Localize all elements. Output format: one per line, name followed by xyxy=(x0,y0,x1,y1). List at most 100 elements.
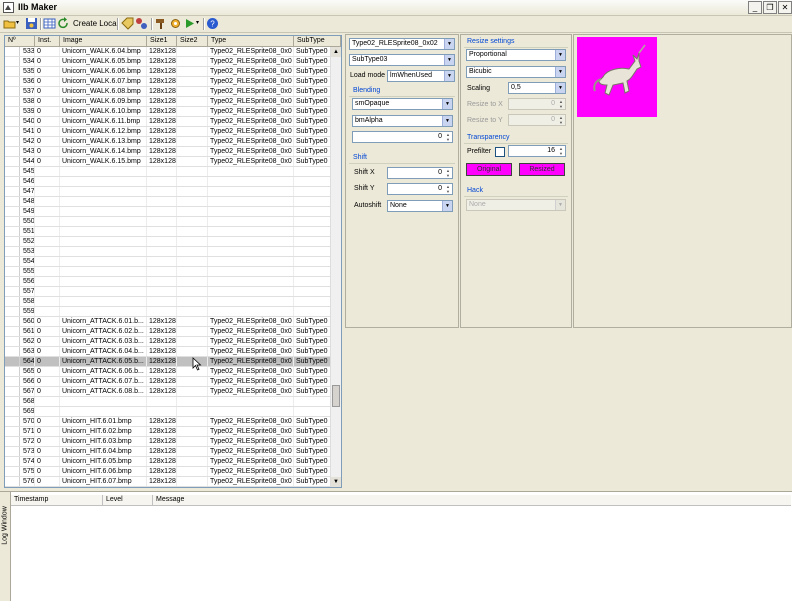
subtype-select[interactable]: SubType03 ▼ xyxy=(349,54,455,66)
table-row[interactable]: 552 xyxy=(5,237,331,247)
table-row[interactable]: 555 xyxy=(5,267,331,277)
row-indicator[interactable] xyxy=(5,197,20,206)
table-row[interactable]: 575 0 Unicorn_HIT.6.06.bmp 128x128 Type02_RL… xyxy=(5,467,331,477)
row-indicator[interactable] xyxy=(5,477,20,486)
row-indicator[interactable] xyxy=(5,57,20,66)
row-indicator[interactable] xyxy=(5,157,20,166)
blend-mode-select[interactable]: smOpaque ▼ xyxy=(352,98,453,110)
row-indicator[interactable] xyxy=(5,317,20,326)
table-row[interactable]: 551 xyxy=(5,227,331,237)
help-icon[interactable]: ? xyxy=(206,17,219,30)
row-indicator[interactable] xyxy=(5,147,20,156)
log-col-timestamp[interactable]: Timestamp xyxy=(11,495,103,505)
table-row[interactable]: 573 0 Unicorn_HIT.6.04.bmp 128x128 Type02_RL… xyxy=(5,447,331,457)
col-header-number[interactable]: Nº xyxy=(5,36,35,46)
table-row[interactable]: 554 xyxy=(5,257,331,267)
blend-value-spinner[interactable]: 0 ▲ ▼ xyxy=(352,131,453,143)
row-indicator[interactable] xyxy=(5,427,20,436)
table-row[interactable]: 558 xyxy=(5,297,331,307)
table-row[interactable]: 538 0 Unicorn_WALK.6.09.bmp 128x128 Type02_R… xyxy=(5,97,331,107)
table-row[interactable]: 559 xyxy=(5,307,331,317)
table-row[interactable]: 569 xyxy=(5,407,331,417)
table-row[interactable]: 541 0 Unicorn_WALK.6.12.bmp 128x128 Type02_R… xyxy=(5,127,331,137)
col-header-subtype[interactable]: SubType xyxy=(294,36,341,46)
row-indicator[interactable] xyxy=(5,97,20,106)
table-row[interactable]: 556 xyxy=(5,277,331,287)
scroll-up-icon[interactable]: ▲ xyxy=(331,47,341,57)
scaling-select[interactable]: 0,5 ▼ xyxy=(508,82,566,94)
table-row[interactable]: 553 xyxy=(5,247,331,257)
row-indicator[interactable] xyxy=(5,287,20,296)
table-row[interactable]: 547 xyxy=(5,187,331,197)
table-row[interactable]: 540 0 Unicorn_WALK.6.11.bmp 128x128 Type02_R… xyxy=(5,117,331,127)
minimize-button[interactable]: _ xyxy=(748,1,762,14)
table-row[interactable]: 533 0 Unicorn_WALK.6.04.bmp 128x128 Type02_R… xyxy=(5,47,331,57)
table-row[interactable]: 539 0 Unicorn_WALK.6.10.bmp 128x128 Type02_R… xyxy=(5,107,331,117)
row-indicator[interactable] xyxy=(5,117,20,126)
scroll-down-icon[interactable]: ▼ xyxy=(331,477,341,487)
table-row[interactable]: 570 0 Unicorn_HIT.6.01.bmp 128x128 Type02_RL… xyxy=(5,417,331,427)
table-row[interactable]: 565 0 Unicorn_ATTACK.6.06.b... 128x128 Type0… xyxy=(5,367,331,377)
row-indicator[interactable] xyxy=(5,397,20,406)
row-indicator[interactable] xyxy=(5,127,20,136)
prefilter-checkbox[interactable] xyxy=(495,147,505,157)
spinner-arrows-icon[interactable]: ▲ ▼ xyxy=(557,146,565,156)
row-indicator[interactable] xyxy=(5,267,20,276)
row-indicator[interactable] xyxy=(5,167,20,176)
row-indicator[interactable] xyxy=(5,437,20,446)
table-row[interactable]: 561 0 Unicorn_ATTACK.6.02.b... 128x128 Type0… xyxy=(5,327,331,337)
table-row[interactable]: 560 0 Unicorn_ATTACK.6.01.b... 128x128 Type0… xyxy=(5,317,331,327)
row-indicator[interactable] xyxy=(5,377,20,386)
table-row[interactable]: 557 xyxy=(5,287,331,297)
refresh-icon[interactable] xyxy=(57,17,70,30)
table-row[interactable]: 576 0 Unicorn_HIT.6.07.bmp 128x128 Type02_RL… xyxy=(5,477,331,487)
table-row[interactable]: 568 xyxy=(5,397,331,407)
row-indicator[interactable] xyxy=(5,277,20,286)
row-indicator[interactable] xyxy=(5,257,20,266)
table-row[interactable]: 564 0 Unicorn_ATTACK.6.05.b... 128x128 Type0… xyxy=(5,357,331,367)
col-header-size1[interactable]: Size1 xyxy=(147,36,177,46)
spinner-arrows-icon[interactable]: ▲ ▼ xyxy=(444,168,452,178)
shift-x-spinner[interactable]: 0 ▲ ▼ xyxy=(387,167,453,179)
tools-icon[interactable] xyxy=(135,17,148,30)
table-row[interactable]: 574 0 Unicorn_HIT.6.05.bmp 128x128 Type02_RL… xyxy=(5,457,331,467)
col-header-inst[interactable]: Inst. xyxy=(35,36,60,46)
table-row[interactable]: 543 0 Unicorn_WALK.6.14.bmp 128x128 Type02_R… xyxy=(5,147,331,157)
row-indicator[interactable] xyxy=(5,447,20,456)
table-row[interactable]: 544 0 Unicorn_WALK.6.15.bmp 128x128 Type02_R… xyxy=(5,157,331,167)
proportion-select[interactable]: Proportional ▼ xyxy=(466,49,566,61)
grid-scrollbar[interactable]: ▲ ▼ xyxy=(330,47,341,487)
table-row[interactable]: 545 xyxy=(5,167,331,177)
table-row[interactable]: 562 0 Unicorn_ATTACK.6.03.b... 128x128 Type0… xyxy=(5,337,331,347)
table-row[interactable]: 542 0 Unicorn_WALK.6.13.bmp 128x128 Type02_R… xyxy=(5,137,331,147)
row-indicator[interactable] xyxy=(5,417,20,426)
close-button[interactable]: ✕ xyxy=(778,1,792,14)
sprite-grid[interactable]: Nº Inst. Image Size1 Size2 Type SubType … xyxy=(4,35,342,488)
row-indicator[interactable] xyxy=(5,177,20,186)
resized-color-button[interactable]: Resized xyxy=(519,163,565,176)
scrollbar-thumb[interactable] xyxy=(332,385,340,407)
row-indicator[interactable] xyxy=(5,237,20,246)
save-icon[interactable] xyxy=(25,17,38,30)
open-dropdown-icon[interactable]: ▾ xyxy=(16,17,22,30)
prefilter-spinner[interactable]: 16 ▲ ▼ xyxy=(508,145,566,157)
row-indicator[interactable] xyxy=(5,47,20,56)
row-indicator[interactable] xyxy=(5,297,20,306)
row-indicator[interactable] xyxy=(5,77,20,86)
row-indicator[interactable] xyxy=(5,407,20,416)
row-indicator[interactable] xyxy=(5,137,20,146)
table-row[interactable]: 537 0 Unicorn_WALK.6.08.bmp 128x128 Type02_R… xyxy=(5,87,331,97)
col-header-image[interactable]: Image xyxy=(60,36,147,46)
open-folder-icon[interactable] xyxy=(3,17,16,30)
table-row[interactable]: 535 0 Unicorn_WALK.6.06.bmp 128x128 Type02_R… xyxy=(5,67,331,77)
log-col-message[interactable]: Message xyxy=(153,495,273,505)
row-indicator[interactable] xyxy=(5,337,20,346)
settings-icon[interactable] xyxy=(169,17,182,30)
spinner-arrows-icon[interactable]: ▲ ▼ xyxy=(444,184,452,194)
log-window-tab[interactable]: Log Window xyxy=(0,492,11,601)
row-indicator[interactable] xyxy=(5,217,20,226)
original-color-button[interactable]: Original xyxy=(466,163,512,176)
table-row[interactable]: 572 0 Unicorn_HIT.6.03.bmp 128x128 Type02_RL… xyxy=(5,437,331,447)
row-indicator[interactable] xyxy=(5,367,20,376)
row-indicator[interactable] xyxy=(5,247,20,256)
